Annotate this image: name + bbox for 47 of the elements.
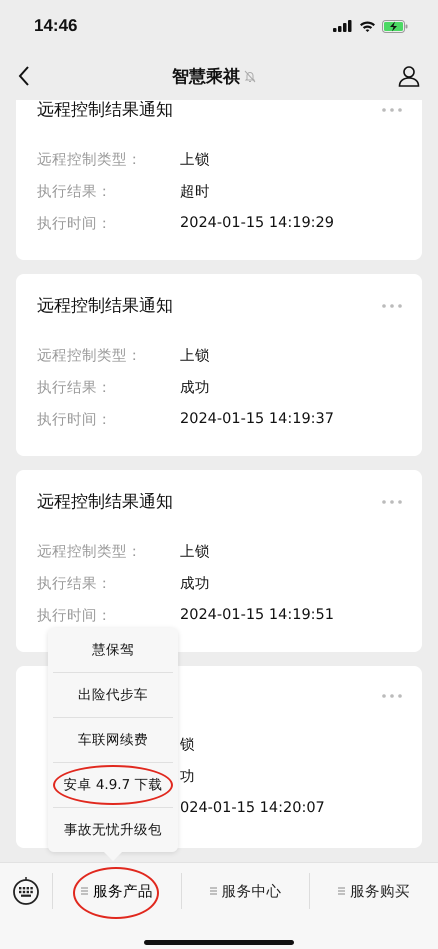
card-title: 远程控制结果通知 <box>37 100 173 121</box>
menu-tab[interactable]: 服务购买 <box>334 876 414 906</box>
field-value: 上锁 <box>180 346 210 364</box>
field-label: 执行结果： <box>37 378 113 396</box>
more-icon[interactable] <box>382 304 402 308</box>
signal-icon <box>333 20 353 32</box>
field-value: 上锁 <box>180 150 210 168</box>
field-value: 2024-01-15 14:19:37 <box>180 411 334 427</box>
field-value: 024-01-15 14:20:07 <box>180 800 325 816</box>
back-icon[interactable] <box>18 66 30 86</box>
more-icon[interactable] <box>382 500 402 504</box>
menu-item[interactable]: 安卓 4.9.7 下载 <box>53 763 173 808</box>
field-value: 功 <box>180 768 195 786</box>
list-icon <box>210 887 216 895</box>
list-icon <box>80 887 88 895</box>
card-title: 远程控制结果通知 <box>37 491 173 513</box>
keyboard-icon[interactable] <box>12 875 40 905</box>
menu-tab[interactable]: 服务产品 <box>76 876 157 906</box>
field-value: 成功 <box>180 574 210 592</box>
list-icon <box>338 887 346 895</box>
field-value: 2024-01-15 14:19:29 <box>180 215 334 231</box>
field-label: 执行结果： <box>37 574 113 592</box>
field-value: 锁 <box>180 736 195 754</box>
status-time: 14:46 <box>34 16 78 36</box>
field-label: 远程控制类型： <box>37 150 143 168</box>
field-value: 成功 <box>180 378 210 396</box>
field-value: 上锁 <box>180 542 210 560</box>
field-label: 执行时间： <box>37 606 113 624</box>
menu-item[interactable]: 慧保驾 <box>53 628 173 673</box>
more-icon[interactable] <box>382 694 402 698</box>
menu-item[interactable]: 车联网续费 <box>53 718 173 763</box>
profile-icon[interactable] <box>398 65 420 87</box>
field-label: 执行时间： <box>37 410 113 428</box>
battery-charging-icon <box>382 20 408 32</box>
field-label: 执行时间： <box>37 214 113 232</box>
more-icon[interactable] <box>382 108 402 112</box>
field-value: 超时 <box>180 182 210 200</box>
card-title: 远程控制结果通知 <box>37 295 173 317</box>
menu-item[interactable]: 出险代步车 <box>53 673 173 718</box>
field-label: 远程控制类型： <box>37 346 143 364</box>
field-value: 2024-01-15 14:19:51 <box>180 607 334 623</box>
field-label: 执行结果： <box>37 182 113 200</box>
chat-title: 智慧乘祺 <box>172 66 240 88</box>
menu-tab[interactable]: 服务中心 <box>206 876 286 906</box>
field-label: 远程控制类型： <box>37 542 143 560</box>
menu-item[interactable]: 事故无忧升级包 <box>53 808 173 852</box>
wifi-icon <box>359 20 376 32</box>
